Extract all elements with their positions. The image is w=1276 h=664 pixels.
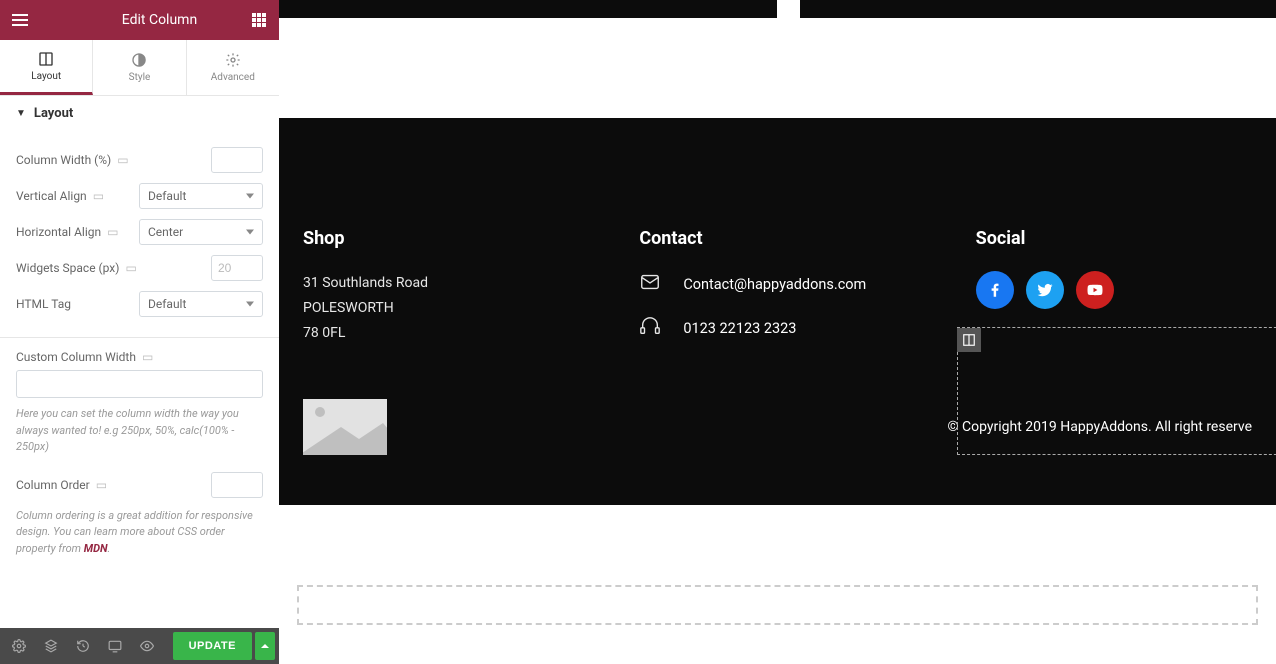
tab-style[interactable]: Style (93, 40, 186, 95)
settings-icon[interactable] (4, 631, 34, 661)
label: Vertical Align (16, 189, 87, 203)
heading: Contact (639, 228, 915, 249)
control-vertical-align: Vertical Align ▭ Default (16, 181, 263, 211)
control-column-width: Column Width (%) ▭ (16, 145, 263, 175)
desktop-icon[interactable]: ▭ (142, 350, 153, 364)
extra-controls: Custom Column Width ▭ Here you can set t… (0, 338, 279, 583)
twitter-icon[interactable] (1026, 271, 1064, 309)
label: Column Width (%) (16, 153, 111, 167)
menu-icon[interactable] (0, 19, 40, 21)
responsive-icon[interactable] (100, 631, 130, 661)
footer-col-social[interactable]: Social (976, 228, 1252, 359)
contact-email-row: Contact@happyaddons.com (639, 271, 915, 297)
desktop-icon[interactable]: ▭ (93, 189, 104, 203)
mail-icon (639, 271, 661, 297)
email-text[interactable]: Contact@happyaddons.com (683, 276, 866, 293)
mdn-link[interactable]: MDN (84, 542, 108, 555)
prev-section-edge (279, 0, 1276, 18)
update-button[interactable]: UPDATE (173, 632, 252, 660)
editor-panel: Edit Column Layout Style Advanced ▼ Layo… (0, 0, 279, 664)
control-custom-column-width: Custom Column Width ▭ Here you can set t… (16, 350, 263, 456)
column-handle[interactable] (957, 328, 981, 352)
section-title: Layout (34, 106, 73, 121)
panel-footer: UPDATE (0, 628, 279, 664)
layout-controls: Column Width (%) ▭ Vertical Align ▭ Defa… (0, 131, 279, 338)
panel-tabs: Layout Style Advanced (0, 40, 279, 96)
apps-icon[interactable] (239, 0, 279, 40)
heading: Shop (303, 228, 579, 249)
update-options-button[interactable] (255, 632, 275, 660)
horizontal-align-select[interactable]: Center (139, 219, 263, 245)
caret-down-icon: ▼ (16, 108, 26, 119)
label: Widgets Space (px) (16, 261, 119, 275)
preview-canvas[interactable]: Shop 31 Southlands Road POLESWORTH 78 0F… (279, 0, 1276, 664)
tab-label: Advanced (211, 72, 255, 83)
select-value: Default (148, 189, 186, 203)
footer-col-shop[interactable]: Shop 31 Southlands Road POLESWORTH 78 0F… (303, 228, 579, 359)
control-widgets-space: Widgets Space (px) ▭ (16, 253, 263, 283)
facebook-icon[interactable] (976, 271, 1014, 309)
hint-text: Column ordering is a great addition for … (16, 508, 263, 558)
desktop-icon[interactable]: ▭ (96, 478, 107, 492)
history-icon[interactable] (68, 631, 98, 661)
html-tag-select[interactable]: Default (139, 291, 263, 317)
widgets-space-input[interactable] (211, 255, 263, 281)
desktop-icon[interactable]: ▭ (107, 225, 118, 239)
navigator-icon[interactable] (36, 631, 66, 661)
label: HTML Tag (16, 297, 71, 311)
youtube-icon[interactable] (1076, 271, 1114, 309)
hint-text: Here you can set the column width the wa… (16, 406, 263, 456)
label: Column Order (16, 478, 90, 492)
footer-section[interactable]: Shop 31 Southlands Road POLESWORTH 78 0F… (279, 118, 1276, 505)
tab-layout[interactable]: Layout (0, 40, 93, 95)
phone-text: 0123 22123 2323 (683, 320, 796, 337)
heading: Social (976, 228, 1252, 249)
copyright-text: © Copyright 2019 HappyAddons. All right … (948, 419, 1252, 435)
control-horizontal-align: Horizontal Align ▭ Center (16, 217, 263, 247)
section-layout-toggle[interactable]: ▼ Layout (0, 96, 279, 131)
column-order-input[interactable] (211, 472, 263, 498)
panel-header: Edit Column (0, 0, 279, 40)
select-value: Center (148, 225, 183, 239)
desktop-icon[interactable]: ▭ (117, 153, 128, 167)
tab-advanced[interactable]: Advanced (187, 40, 279, 95)
shop-address: 31 Southlands Road POLESWORTH 78 0FL (303, 271, 579, 347)
panel-body[interactable]: ▼ Layout Column Width (%) ▭ Vertical Ali… (0, 96, 279, 628)
control-html-tag: HTML Tag Default (16, 289, 263, 319)
select-value: Default (148, 297, 186, 311)
control-column-order: Column Order ▭ Column ordering is a grea… (16, 470, 263, 558)
contact-phone-row: 0123 22123 2323 (639, 315, 915, 341)
add-section-area[interactable] (297, 585, 1258, 625)
image-placeholder[interactable] (303, 399, 387, 455)
label: Horizontal Align (16, 225, 101, 239)
desktop-icon[interactable]: ▭ (125, 261, 136, 275)
footer-col-contact[interactable]: Contact Contact@happyaddons.com 0123 221… (639, 228, 915, 359)
headset-icon (639, 315, 661, 341)
custom-column-width-input[interactable] (16, 370, 263, 398)
tab-label: Layout (31, 71, 61, 82)
vertical-align-select[interactable]: Default (139, 183, 263, 209)
column-width-input[interactable] (211, 147, 263, 173)
preview-icon[interactable] (132, 631, 162, 661)
tab-label: Style (129, 72, 151, 83)
label: Custom Column Width (16, 350, 136, 364)
